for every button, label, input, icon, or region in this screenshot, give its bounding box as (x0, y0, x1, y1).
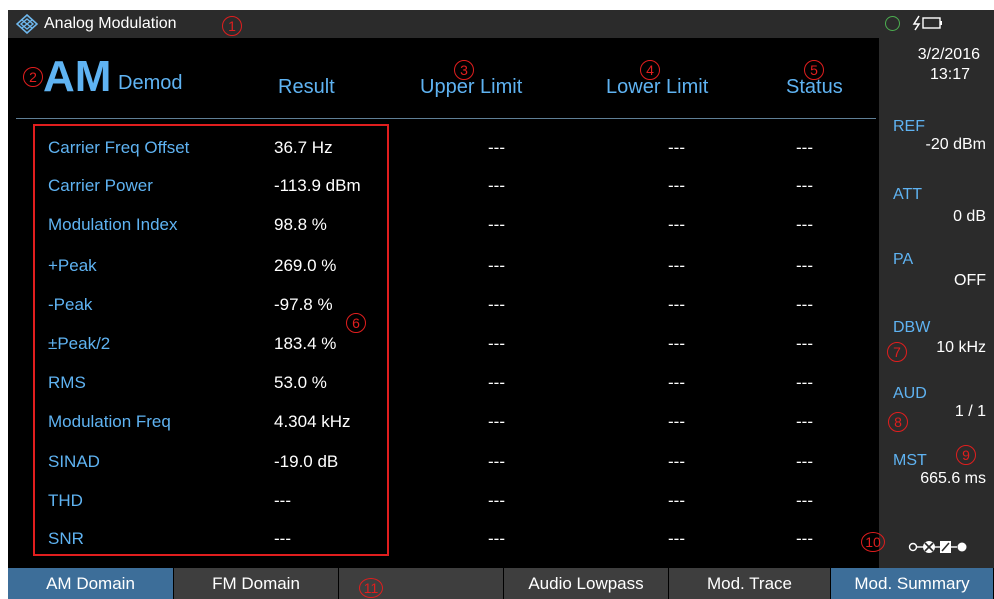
mst-value[interactable]: 665.6 ms (920, 470, 986, 488)
status-value: --- (796, 256, 813, 275)
att-label: ATT (893, 186, 923, 203)
upper-limit-value: --- (488, 452, 505, 471)
status-value: --- (796, 176, 813, 195)
pa-value[interactable]: OFF (954, 272, 986, 290)
upper-limit-value: --- (488, 295, 505, 314)
upper-limit-value: --- (488, 334, 505, 353)
callout-9: 9 (956, 445, 976, 465)
time-display: 13:17 (929, 66, 970, 83)
status-value: --- (796, 529, 813, 548)
header-divider (16, 118, 876, 119)
upper-limit-value: --- (488, 412, 505, 431)
upper-limit-value: --- (488, 215, 505, 234)
status-value: --- (796, 138, 813, 157)
callout-3: 3 (454, 60, 474, 80)
lower-limit-value: --- (668, 452, 685, 471)
ref-value[interactable]: -20 dBm (926, 136, 986, 154)
app-title: Analog Modulation (44, 15, 177, 32)
callout-6: 6 (346, 313, 366, 333)
lower-limit-value: --- (668, 529, 685, 548)
callout-5: 5 (804, 60, 824, 80)
upper-limit-value: --- (488, 176, 505, 195)
status-value: --- (796, 215, 813, 234)
results-highlight-box (33, 124, 389, 556)
upper-limit-value: --- (488, 373, 505, 392)
column-header-result: Result (278, 76, 335, 98)
callout-2: 2 (23, 67, 43, 87)
instrument-screen: Analog Modulation AM Demod Result Upper … (8, 10, 994, 599)
lower-limit-value: --- (668, 373, 685, 392)
title-bar: Analog Modulation (8, 10, 994, 38)
mode-suffix: Demod (118, 72, 183, 94)
lower-limit-value: --- (668, 491, 685, 510)
callout-1: 1 (222, 16, 242, 36)
mst-label: MST (893, 452, 927, 469)
softkey-fm-domain[interactable]: FM Domain (174, 568, 339, 599)
status-value: --- (796, 412, 813, 431)
callout-8: 8 (888, 412, 908, 432)
upper-limit-value: --- (488, 491, 505, 510)
status-value: --- (796, 334, 813, 353)
dbw-value[interactable]: 10 kHz (936, 339, 986, 357)
status-value: --- (796, 491, 813, 510)
callout-11: 11 (359, 578, 383, 598)
softkey-audio-lowpass[interactable]: Audio Lowpass (504, 568, 669, 599)
dbw-label: DBW (893, 319, 931, 336)
rf-connector-icon (908, 541, 967, 553)
softkey-mod-summary[interactable]: Mod. Summary (831, 568, 994, 599)
pa-label: PA (893, 251, 914, 268)
softkey-am-domain[interactable]: AM Domain (8, 568, 174, 599)
softkey-mod-trace[interactable]: Mod. Trace (669, 568, 831, 599)
mode-title: AM (43, 52, 112, 101)
callout-10: 10 (861, 532, 885, 552)
aud-value[interactable]: 1 / 1 (955, 403, 986, 421)
callout-4: 4 (640, 60, 660, 80)
status-circle-icon (885, 16, 900, 31)
status-value: --- (796, 295, 813, 314)
lower-limit-value: --- (668, 256, 685, 275)
settings-sidebar: 3/2/2016 13:17 REF -20 dBm ATT 0 dB PA O… (879, 38, 994, 568)
status-value: --- (796, 373, 813, 392)
upper-limit-value: --- (488, 529, 505, 548)
softkey-bar: AM Domain FM Domain Audio Lowpass Mod. T… (8, 568, 994, 599)
date-display: 3/2/2016 (917, 46, 980, 63)
lower-limit-value: --- (668, 138, 685, 157)
ref-label: REF (893, 118, 925, 135)
lower-limit-value: --- (668, 295, 685, 314)
battery-charging-icon (912, 15, 942, 31)
lower-limit-value: --- (668, 412, 685, 431)
lower-limit-value: --- (668, 215, 685, 234)
aud-label: AUD (893, 385, 927, 402)
lower-limit-value: --- (668, 334, 685, 353)
rohde-schwarz-diamond-icon (16, 14, 38, 34)
column-header-lower-limit: Lower Limit (606, 76, 709, 98)
column-header-upper-limit: Upper Limit (420, 76, 523, 98)
lower-limit-value: --- (668, 176, 685, 195)
att-value[interactable]: 0 dB (953, 208, 986, 226)
upper-limit-value: --- (488, 256, 505, 275)
callout-7: 7 (887, 342, 907, 362)
upper-limit-value: --- (488, 138, 505, 157)
status-value: --- (796, 452, 813, 471)
